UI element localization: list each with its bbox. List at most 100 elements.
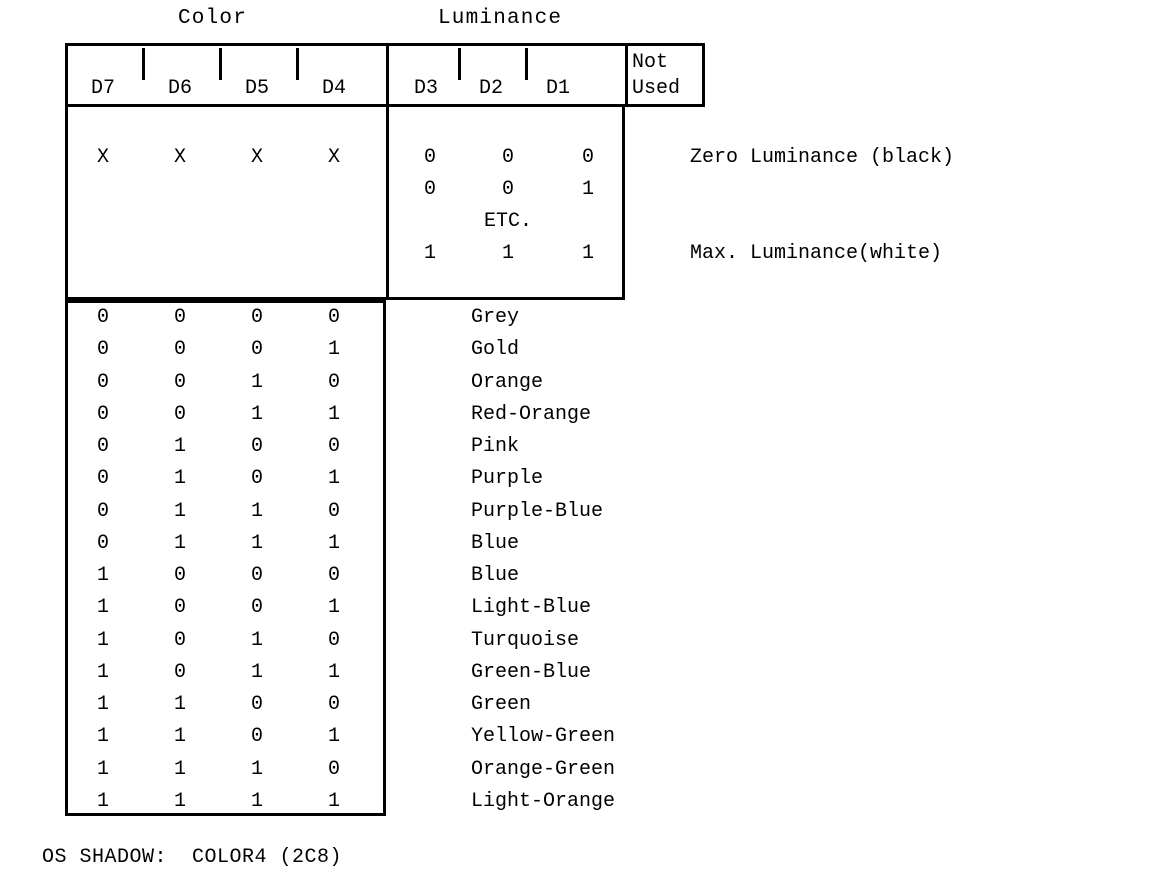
table-row: 1 0 1 1 Green-Blue — [65, 655, 591, 687]
color-bit-d5: 1 — [250, 531, 263, 555]
color-bit-d7: 0 — [96, 306, 109, 329]
color-bit-d7: 1 — [96, 789, 109, 813]
bit-header-d4: D4 — [321, 77, 346, 100]
luminance-row2-d1: 1 — [581, 178, 594, 201]
luminance-row1-d1: 0 — [581, 146, 594, 169]
color-bit-d4: 1 — [327, 531, 340, 555]
bit-header-d3: D3 — [413, 77, 438, 100]
color-bit-d6: 0 — [173, 370, 186, 394]
color-bit-d5: 1 — [250, 660, 263, 684]
bit-header-d2: D2 — [478, 77, 503, 100]
table-row: 0 1 0 0 Pink — [65, 429, 519, 461]
bit-header-d6: D6 — [167, 77, 192, 100]
color-group-caption: Color — [178, 7, 248, 30]
color-bit-d7: 1 — [96, 628, 109, 652]
color-bit-d5: 0 — [250, 693, 263, 716]
header-dash-d3-d2 — [458, 48, 461, 80]
color-bit-d6: 1 — [173, 789, 186, 813]
color-name: Blue — [471, 531, 520, 555]
table-row: 0 1 1 1 Blue — [65, 526, 519, 558]
color-bit-d4: 1 — [327, 467, 340, 491]
header-dash-d6-d5 — [219, 48, 222, 80]
luminance-explanation-band — [65, 107, 625, 300]
table-row: 1 1 1 1 Light-Orange — [65, 784, 615, 816]
color-bit-d7: 0 — [96, 435, 109, 458]
header-dash-d7-d6 — [142, 48, 145, 80]
color-bit-d6: 1 — [173, 693, 186, 716]
luminance-row2-d2: 0 — [501, 178, 514, 201]
color-bit-d5: 0 — [250, 596, 263, 620]
max-luminance-note: Max. Luminance(white) — [690, 242, 943, 265]
header-notused-separator — [625, 43, 628, 107]
table-row: 0 0 0 1 Gold — [65, 332, 519, 364]
color-bit-d7: 1 — [96, 596, 109, 620]
bit-header-d5: D5 — [244, 77, 269, 100]
header-dash-d5-d4 — [296, 48, 299, 80]
color-name: Grey — [471, 306, 520, 329]
table-row: 1 1 0 1 Yellow-Green — [65, 719, 615, 751]
luminance-row3-d1: 1 — [581, 242, 594, 265]
bit-header-not-used-line2: Used — [632, 77, 681, 100]
color-bit-d4: 1 — [327, 660, 340, 684]
luminance-row3-d2: 1 — [501, 242, 514, 265]
color-bit-d5: 0 — [250, 338, 263, 362]
color-bit-d7: 1 — [96, 725, 109, 749]
color-name: Turquoise — [471, 628, 580, 652]
color-bit-d6: 1 — [173, 435, 186, 458]
color-bit-d5: 1 — [250, 499, 263, 523]
color-name: Gold — [471, 338, 520, 362]
color-bit-d6: 0 — [173, 338, 186, 362]
os-shadow-footer: OS SHADOW: COLOR4 (2C8) — [42, 846, 343, 869]
header-luminance-separator — [386, 43, 389, 107]
color-name: Blue — [471, 564, 520, 587]
zero-luminance-note: Zero Luminance (black) — [690, 146, 955, 169]
color-name: Pink — [471, 435, 520, 458]
table-row: 0 0 0 0 Grey — [65, 300, 519, 332]
dontcare-bit-d5: X — [250, 146, 263, 169]
color-name: Green-Blue — [471, 660, 592, 684]
color-bit-d6: 0 — [173, 596, 186, 620]
color-bit-d6: 0 — [173, 402, 186, 426]
color-bit-d7: 1 — [96, 660, 109, 684]
table-row: 1 1 0 0 Green — [65, 687, 531, 719]
table-row: 0 1 0 1 Purple — [65, 461, 543, 493]
color-bit-d6: 1 — [173, 725, 186, 749]
table-row: 1 1 1 0 Orange-Green — [65, 752, 615, 784]
color-bit-d4: 0 — [327, 370, 340, 394]
color-bit-d4: 0 — [327, 564, 340, 587]
color-bit-d4: 1 — [327, 789, 340, 813]
color-name: Orange-Green — [471, 757, 616, 781]
color-bit-d6: 1 — [173, 757, 186, 781]
table-row: 0 1 1 0 Purple-Blue — [65, 494, 603, 526]
dontcare-bit-d6: X — [173, 146, 186, 169]
color-bit-d5: 1 — [250, 628, 263, 652]
table-row: 0 0 1 1 Red-Orange — [65, 397, 591, 429]
luminance-etc-label: ETC. — [483, 210, 532, 233]
dontcare-bit-d7: X — [96, 146, 109, 169]
color-bit-d6: 0 — [173, 306, 186, 329]
color-name: Light-Orange — [471, 789, 616, 813]
color-bit-d4: 1 — [327, 596, 340, 620]
color-bit-d7: 0 — [96, 499, 109, 523]
bit-header-not-used-line1: Not — [632, 51, 669, 74]
table-row: 0 0 1 0 Orange — [65, 365, 543, 397]
luminance-row1-d2: 0 — [501, 146, 514, 169]
color-bit-d5: 0 — [250, 564, 263, 587]
table-row: 1 0 1 0 Turquoise — [65, 623, 579, 655]
color-bit-d6: 0 — [173, 628, 186, 652]
color-bit-d4: 0 — [327, 306, 340, 329]
color-bit-d7: 1 — [96, 757, 109, 781]
color-bit-d5: 0 — [250, 725, 263, 749]
color-bit-d6: 0 — [173, 564, 186, 587]
color-bit-d4: 0 — [327, 499, 340, 523]
bit-header-d7: D7 — [90, 77, 115, 100]
color-bit-d4: 1 — [327, 402, 340, 426]
bit-header-d1: D1 — [545, 77, 570, 100]
color-bit-d5: 0 — [250, 467, 263, 491]
luminance-row1-d3: 0 — [423, 146, 436, 169]
color-bit-d7: 0 — [96, 402, 109, 426]
color-name: Green — [471, 693, 532, 716]
color-bit-d6: 1 — [173, 499, 186, 523]
color-bit-d6: 1 — [173, 467, 186, 491]
color-bit-d5: 0 — [250, 435, 263, 458]
